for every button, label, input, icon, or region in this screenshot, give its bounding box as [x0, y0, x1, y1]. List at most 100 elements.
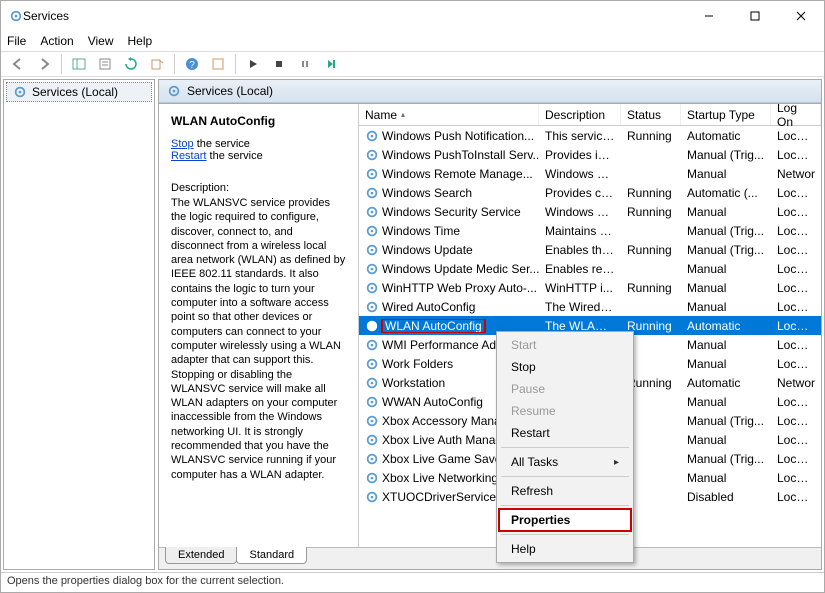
menu-item-stop[interactable]: Stop: [499, 356, 631, 378]
right-pane-header: Services (Local): [159, 80, 821, 103]
context-menu: StartStopPauseResumeRestartAll TasksRefr…: [496, 331, 634, 563]
service-row[interactable]: Windows PushToInstall Serv...Provides in…: [359, 145, 821, 164]
menu-item-all-tasks[interactable]: All Tasks: [499, 451, 631, 473]
restart-link[interactable]: Restart: [171, 150, 206, 162]
cell-desc: Maintains d...: [539, 224, 621, 238]
service-row[interactable]: Windows Remote Manage...Windows R...Manu…: [359, 164, 821, 183]
cell-logon: Local Se: [771, 281, 821, 295]
menu-view[interactable]: View: [88, 34, 114, 48]
tab-standard[interactable]: Standard: [236, 547, 307, 564]
title-bar: Services: [1, 1, 824, 31]
menu-separator: [501, 505, 629, 506]
start-service-button[interactable]: [242, 53, 264, 75]
export-list-button[interactable]: [146, 53, 168, 75]
cell-logon: Local Sy: [771, 414, 821, 428]
menu-item-help[interactable]: Help: [499, 538, 631, 560]
gear-icon: [167, 84, 181, 98]
help-toolbar-button[interactable]: ?: [181, 53, 203, 75]
service-row[interactable]: WinHTTP Web Proxy Auto-...WinHTTP i...Ru…: [359, 278, 821, 297]
stop-service-button[interactable]: [268, 53, 290, 75]
gear-icon: [365, 129, 379, 143]
col-logon[interactable]: Log On: [771, 104, 821, 125]
gear-icon: [365, 338, 379, 352]
gear-icon: [365, 414, 379, 428]
service-row[interactable]: Windows Push Notification...This service…: [359, 126, 821, 145]
selected-service-name: WLAN AutoConfig: [171, 114, 346, 128]
right-pane-title: Services (Local): [187, 84, 273, 98]
cell-logon: Local Sy: [771, 452, 821, 466]
col-description[interactable]: Description: [539, 104, 621, 125]
cell-startup: Manual: [681, 338, 771, 352]
toolbar: ?: [1, 51, 824, 77]
cell-logon: Local Se: [771, 357, 821, 371]
cell-name: Windows PushToInstall Serv...: [359, 148, 539, 162]
menu-item-refresh[interactable]: Refresh: [499, 480, 631, 502]
status-bar: Opens the properties dialog box for the …: [1, 572, 824, 592]
cell-startup: Automatic: [681, 376, 771, 390]
cell-logon: Local Sy: [771, 490, 821, 504]
cell-logon: Local Se: [771, 224, 821, 238]
svg-text:?: ?: [189, 60, 195, 71]
menu-help[interactable]: Help: [128, 34, 153, 48]
stop-link[interactable]: Stop: [171, 138, 194, 150]
service-row[interactable]: Windows UpdateEnables the ...RunningManu…: [359, 240, 821, 259]
menu-action[interactable]: Action: [40, 34, 73, 48]
service-row[interactable]: Windows Update Medic Ser...Enables rem..…: [359, 259, 821, 278]
cell-logon: Local Sy: [771, 243, 821, 257]
window-controls: [686, 1, 824, 31]
cell-logon: Local Sy: [771, 300, 821, 314]
menu-file[interactable]: File: [7, 34, 26, 48]
tab-extended[interactable]: Extended: [165, 547, 237, 564]
col-name[interactable]: Name▴: [359, 104, 539, 125]
action-links: Stop the service Restart the service: [171, 138, 346, 162]
service-row[interactable]: Windows TimeMaintains d...Manual (Trig..…: [359, 221, 821, 240]
cell-logon: Local Sy: [771, 471, 821, 485]
cell-desc: Enables rem...: [539, 262, 621, 276]
right-pane: Services (Local) WLAN AutoConfig Stop th…: [158, 79, 822, 570]
service-row[interactable]: Windows SearchProvides co...RunningAutom…: [359, 183, 821, 202]
description-label: Description:: [171, 182, 346, 194]
gear-icon: [365, 281, 379, 295]
menu-item-restart[interactable]: Restart: [499, 422, 631, 444]
col-status[interactable]: Status: [621, 104, 681, 125]
gear-icon: [365, 224, 379, 238]
cell-logon: Local Sy: [771, 205, 821, 219]
cell-name: Wired AutoConfig: [359, 300, 539, 314]
cell-logon: Networ: [771, 167, 821, 181]
cell-status: Running: [621, 129, 681, 143]
tree-item-services-local[interactable]: Services (Local): [6, 82, 152, 102]
service-row[interactable]: Windows Security ServiceWindows Se...Run…: [359, 202, 821, 221]
cell-status: Running: [621, 186, 681, 200]
gear-icon: [365, 300, 379, 314]
cell-startup: Manual (Trig...: [681, 148, 771, 162]
close-button[interactable]: [778, 1, 824, 31]
col-startup[interactable]: Startup Type: [681, 104, 771, 125]
menu-item-properties[interactable]: Properties: [499, 509, 631, 531]
service-row[interactable]: Wired AutoConfigThe Wired A...ManualLoca…: [359, 297, 821, 316]
back-button[interactable]: [7, 53, 29, 75]
gear-icon: [365, 319, 379, 333]
cell-name: WinHTTP Web Proxy Auto-...: [359, 281, 539, 295]
properties-toolbar-button[interactable]: [94, 53, 116, 75]
gear-icon: [365, 452, 379, 466]
gear-icon: [365, 490, 379, 504]
cell-name: Windows Update: [359, 243, 539, 257]
manage-button[interactable]: [207, 53, 229, 75]
menu-item-start: Start: [499, 334, 631, 356]
restart-service-button[interactable]: [320, 53, 342, 75]
cell-desc: Windows R...: [539, 167, 621, 181]
pause-service-button[interactable]: [294, 53, 316, 75]
gear-icon: [365, 243, 379, 257]
description-text: The WLANSVC service provides the logic r…: [171, 196, 346, 482]
cell-desc: Enables the ...: [539, 243, 621, 257]
minimize-button[interactable]: [686, 1, 732, 31]
show-hide-tree-button[interactable]: [68, 53, 90, 75]
refresh-toolbar-button[interactable]: [120, 53, 142, 75]
forward-button[interactable]: [33, 53, 55, 75]
cell-startup: Manual: [681, 471, 771, 485]
column-headers: Name▴ Description Status Startup Type Lo…: [359, 104, 821, 126]
cell-startup: Manual: [681, 357, 771, 371]
cell-startup: Automatic (...: [681, 186, 771, 200]
maximize-button[interactable]: [732, 1, 778, 31]
services-window: Services File Action View Help ?: [0, 0, 825, 593]
